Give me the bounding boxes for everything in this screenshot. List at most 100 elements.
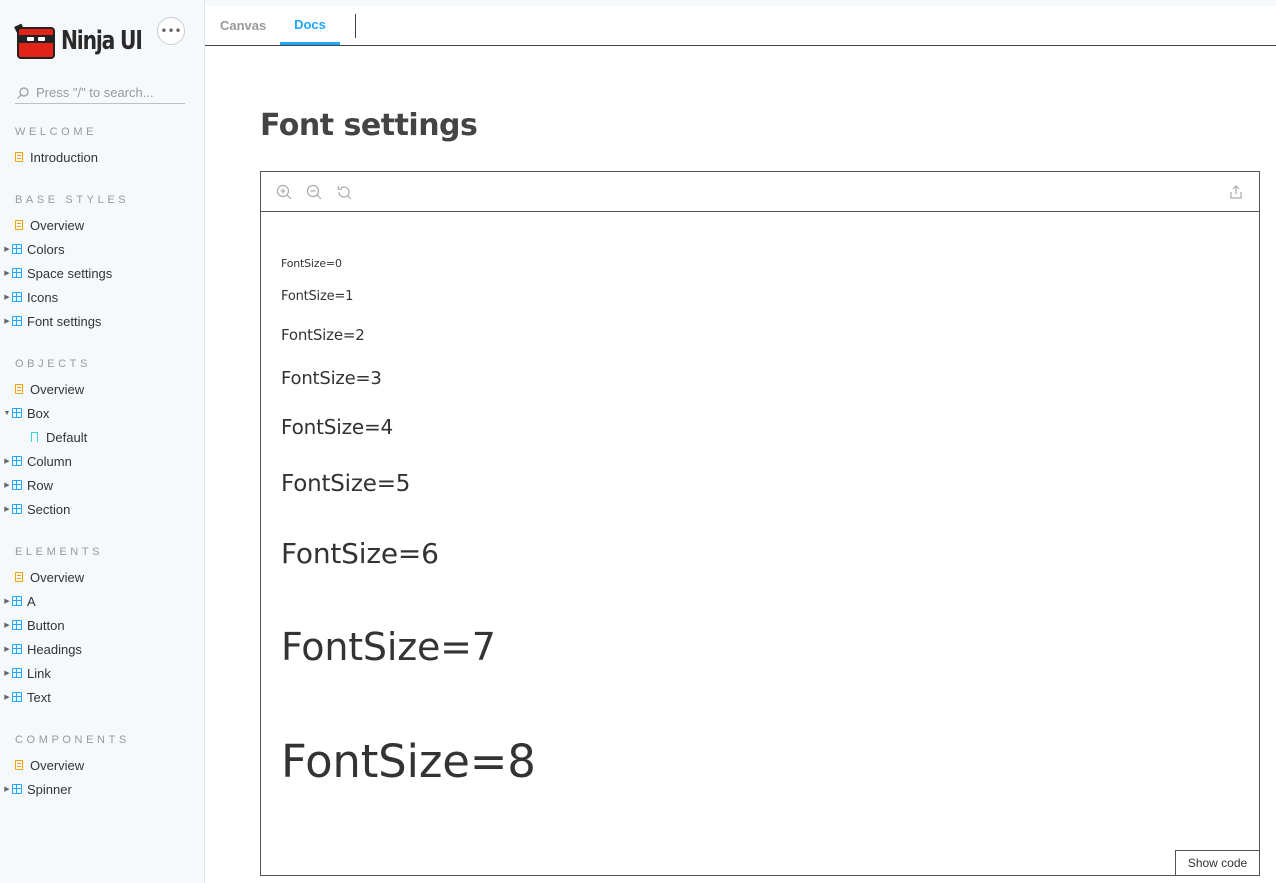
component-icon xyxy=(12,316,22,326)
caret-right-icon: ▶ xyxy=(4,246,10,253)
sidebar-item-headings[interactable]: ▶ Headings xyxy=(0,638,204,660)
font-size-sample-2: FontSize=2 xyxy=(281,326,365,344)
sidebar-item-column[interactable]: ▶ Column xyxy=(0,450,204,472)
sidebar-item-components-overview[interactable]: Overview xyxy=(0,754,204,776)
sidebar-item-icons[interactable]: ▶ Icons xyxy=(0,286,204,308)
component-icon xyxy=(12,784,22,794)
document-icon xyxy=(15,572,23,582)
document-icon xyxy=(15,220,23,230)
sidebar-item-text[interactable]: ▶ Text xyxy=(0,686,204,708)
caret-right-icon: ▶ xyxy=(4,294,10,301)
zoom-in-icon[interactable] xyxy=(276,184,292,200)
search-icon xyxy=(17,86,29,99)
caret-right-icon: ▶ xyxy=(4,482,10,489)
component-icon xyxy=(12,644,22,654)
sidebar-item-label: Box xyxy=(27,405,50,421)
document-icon xyxy=(15,760,23,770)
sidebar-item-label: Default xyxy=(46,429,88,445)
reset-zoom-icon[interactable] xyxy=(336,184,352,200)
sidebar-item-label: Button xyxy=(27,617,65,633)
document-icon xyxy=(15,152,23,162)
sidebar-item-label: Spinner xyxy=(27,781,72,797)
font-size-sample-1: FontSize=1 xyxy=(281,289,354,304)
font-size-sample-5: FontSize=5 xyxy=(281,471,411,497)
search-field[interactable] xyxy=(15,82,185,104)
font-size-sample-6: FontSize=6 xyxy=(281,537,439,570)
component-icon xyxy=(12,456,22,466)
sidebar-item-box[interactable]: ▼ Box xyxy=(0,402,204,424)
ninja-logo-icon xyxy=(14,21,57,61)
sidebar-item-label: Headings xyxy=(27,641,82,657)
section-base-styles: BASE STYLES xyxy=(15,194,130,206)
caret-right-icon: ▶ xyxy=(4,646,10,653)
component-icon xyxy=(12,292,22,302)
sidebar-item-a[interactable]: ▶ A xyxy=(0,590,204,612)
bookmark-icon xyxy=(31,432,38,445)
show-code-button[interactable]: Show code xyxy=(1175,850,1260,876)
sidebar-item-introduction[interactable]: Introduction xyxy=(0,146,204,168)
more-options-button[interactable]: ••• xyxy=(157,17,185,45)
font-size-sample-7: FontSize=7 xyxy=(281,625,496,669)
sidebar-item-label: Overview xyxy=(30,757,85,773)
caret-right-icon: ▶ xyxy=(4,318,10,325)
component-icon xyxy=(12,620,22,630)
component-icon xyxy=(12,268,22,278)
search-input[interactable] xyxy=(36,85,176,100)
top-tab-bar: Canvas Docs xyxy=(205,0,1276,46)
component-icon xyxy=(12,596,22,606)
caret-right-icon: ▶ xyxy=(4,622,10,629)
sidebar: Ninja UI ••• WELCOME Introduction BASE S… xyxy=(0,0,205,883)
sidebar-item-font-settings[interactable]: ▶ Font settings xyxy=(0,310,204,332)
share-icon[interactable] xyxy=(1228,184,1244,200)
caret-right-icon: ▶ xyxy=(4,506,10,513)
caret-right-icon: ▶ xyxy=(4,786,10,793)
caret-down-icon: ▼ xyxy=(3,409,11,417)
sidebar-item-label: Font settings xyxy=(27,313,102,329)
sidebar-item-label: Section xyxy=(27,501,71,517)
sidebar-item-label: Space settings xyxy=(27,265,113,281)
sidebar-item-label: A xyxy=(27,593,36,609)
sidebar-item-link[interactable]: ▶ Link xyxy=(0,662,204,684)
sidebar-item-label: Column xyxy=(27,453,72,469)
sidebar-item-label: Icons xyxy=(27,289,59,305)
brand-name: Ninja UI xyxy=(61,26,143,56)
font-size-sample-8: FontSize=8 xyxy=(281,735,536,788)
page-title: Font settings xyxy=(260,108,478,143)
sidebar-item-section[interactable]: ▶ Section xyxy=(0,498,204,520)
sidebar-item-base-overview[interactable]: Overview xyxy=(0,214,204,236)
font-size-sample-0: FontSize=0 xyxy=(281,257,342,270)
component-icon xyxy=(12,408,22,418)
sidebar-item-space-settings[interactable]: ▶ Space settings xyxy=(0,262,204,284)
brand-logo[interactable]: Ninja UI xyxy=(14,20,164,62)
sidebar-item-box-default[interactable]: Default xyxy=(0,426,204,448)
sidebar-item-label: Overview xyxy=(30,381,85,397)
sidebar-item-label: Text xyxy=(27,689,51,705)
caret-right-icon: ▶ xyxy=(4,598,10,605)
component-icon xyxy=(12,668,22,678)
sidebar-item-label: Overview xyxy=(30,569,85,585)
component-icon xyxy=(12,480,22,490)
font-size-sample-4: FontSize=4 xyxy=(281,415,394,439)
caret-right-icon: ▶ xyxy=(4,458,10,465)
tab-canvas[interactable]: Canvas xyxy=(220,6,266,45)
sidebar-item-objects-overview[interactable]: Overview xyxy=(0,378,204,400)
sidebar-item-label: Introduction xyxy=(30,149,98,165)
sidebar-item-colors[interactable]: ▶ Colors xyxy=(0,238,204,260)
sidebar-item-spinner[interactable]: ▶ Spinner xyxy=(0,778,204,800)
sidebar-item-label: Colors xyxy=(27,241,65,257)
sidebar-item-label: Overview xyxy=(30,217,85,233)
caret-right-icon: ▶ xyxy=(4,670,10,677)
caret-right-icon: ▶ xyxy=(4,270,10,277)
section-welcome: WELCOME xyxy=(15,126,98,138)
tab-docs[interactable]: Docs xyxy=(280,6,340,45)
tab-divider xyxy=(355,14,356,38)
section-elements: ELEMENTS xyxy=(15,546,104,558)
zoom-out-icon[interactable] xyxy=(306,184,322,200)
sidebar-item-elements-overview[interactable]: Overview xyxy=(0,566,204,588)
document-icon xyxy=(15,384,23,394)
preview-toolbar xyxy=(261,172,1259,212)
sidebar-item-label: Link xyxy=(27,665,51,681)
sidebar-item-row[interactable]: ▶ Row xyxy=(0,474,204,496)
sidebar-item-button[interactable]: ▶ Button xyxy=(0,614,204,636)
caret-right-icon: ▶ xyxy=(4,694,10,701)
